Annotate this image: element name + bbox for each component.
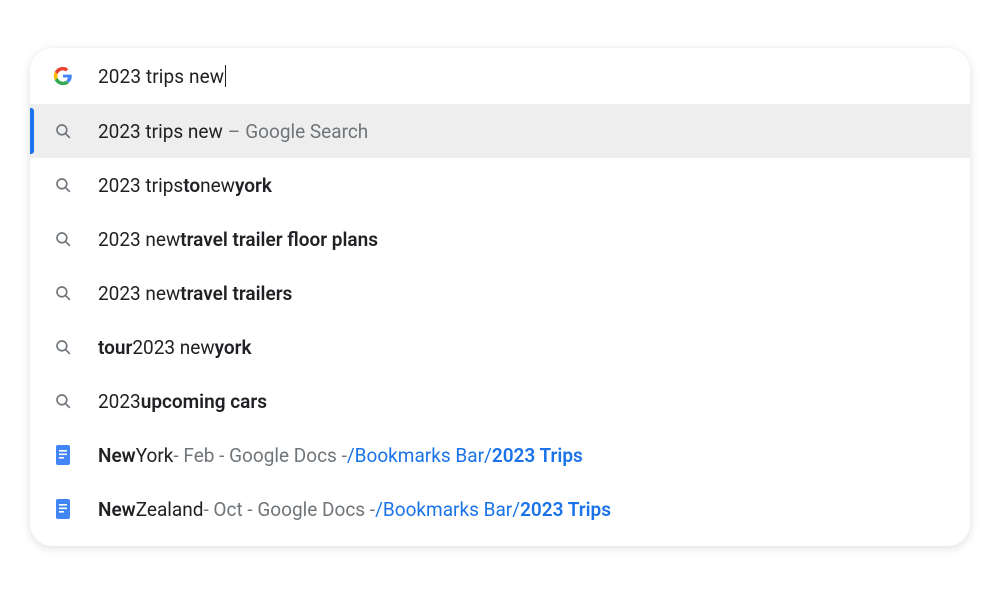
search-icon	[52, 122, 74, 140]
suggestion-text: 2023 new travel trailer floor plans	[98, 228, 378, 251]
text-part: York	[136, 444, 174, 467]
text-part: 2023 trips	[98, 174, 183, 197]
suggestion-row[interactable]: New Zealand - Oct - Google Docs - /Bookm…	[30, 482, 970, 536]
text-part: 2023	[98, 390, 141, 413]
text-part: New	[98, 498, 136, 521]
text-part: travel trailer floor plans	[180, 228, 378, 251]
text-part: upcoming cars	[141, 390, 267, 413]
search-row[interactable]: 2023 trips new	[30, 48, 970, 104]
suggestion-row[interactable]: 2023 new travel trailer floor plans	[30, 212, 970, 266]
text-part: 2023 Trips	[492, 444, 583, 467]
google-logo-icon	[52, 65, 74, 87]
suggestion-text: tour 2023 new york	[98, 336, 252, 359]
text-part: tour	[98, 336, 132, 359]
text-part: Zealand	[136, 498, 204, 521]
text-part: - Feb - Google Docs -	[173, 444, 346, 467]
suggestion-row[interactable]: tour 2023 new york	[30, 320, 970, 374]
suggestions-list: 2023 trips new – Google Search2023 trips…	[30, 104, 970, 536]
docs-icon	[52, 444, 74, 466]
text-part: /Bookmarks Bar/	[347, 444, 492, 467]
text-part: york	[215, 336, 252, 359]
search-query-text: 2023 trips new	[98, 65, 224, 88]
suggestion-text: 2023 trips to new york	[98, 174, 272, 197]
suggestion-row[interactable]: 2023 trips new – Google Search	[30, 104, 970, 158]
text-part: travel trailers	[180, 282, 292, 305]
text-part: 2023 new	[132, 336, 214, 359]
suggestion-text: 2023 trips new – Google Search	[98, 120, 368, 143]
suggestion-row[interactable]: 2023 upcoming cars	[30, 374, 970, 428]
suggestion-text: 2023 upcoming cars	[98, 390, 267, 413]
text-part: /Bookmarks Bar/	[375, 498, 520, 521]
text-part: 2023 Trips	[520, 498, 611, 521]
text-part: Google Search	[245, 120, 368, 143]
omnibox-dropdown: 2023 trips new 2023 trips new – Google S…	[30, 48, 970, 546]
suggestion-text: 2023 new travel trailers	[98, 282, 292, 305]
search-input[interactable]: 2023 trips new	[98, 65, 950, 88]
text-part: New	[98, 444, 136, 467]
text-part: 2023 trips new	[98, 120, 223, 143]
suggestion-row[interactable]: New York - Feb - Google Docs - /Bookmark…	[30, 428, 970, 482]
docs-icon	[52, 498, 74, 520]
search-icon	[52, 284, 74, 302]
text-part: york	[235, 174, 272, 197]
search-icon	[52, 392, 74, 410]
text-part: 2023 new	[98, 282, 180, 305]
suggestion-row[interactable]: 2023 trips to new york	[30, 158, 970, 212]
text-part: new	[200, 174, 235, 197]
text-part: - Oct - Google Docs -	[203, 498, 375, 521]
suggestion-row[interactable]: 2023 new travel trailers	[30, 266, 970, 320]
suggestion-text: New York - Feb - Google Docs - /Bookmark…	[98, 444, 583, 467]
text-part: 2023 new	[98, 228, 180, 251]
search-icon	[52, 230, 74, 248]
search-icon	[52, 338, 74, 356]
text-part: –	[228, 120, 240, 143]
text-part: to	[183, 174, 200, 197]
search-icon	[52, 176, 74, 194]
text-cursor	[225, 65, 226, 87]
suggestion-text: New Zealand - Oct - Google Docs - /Bookm…	[98, 498, 611, 521]
